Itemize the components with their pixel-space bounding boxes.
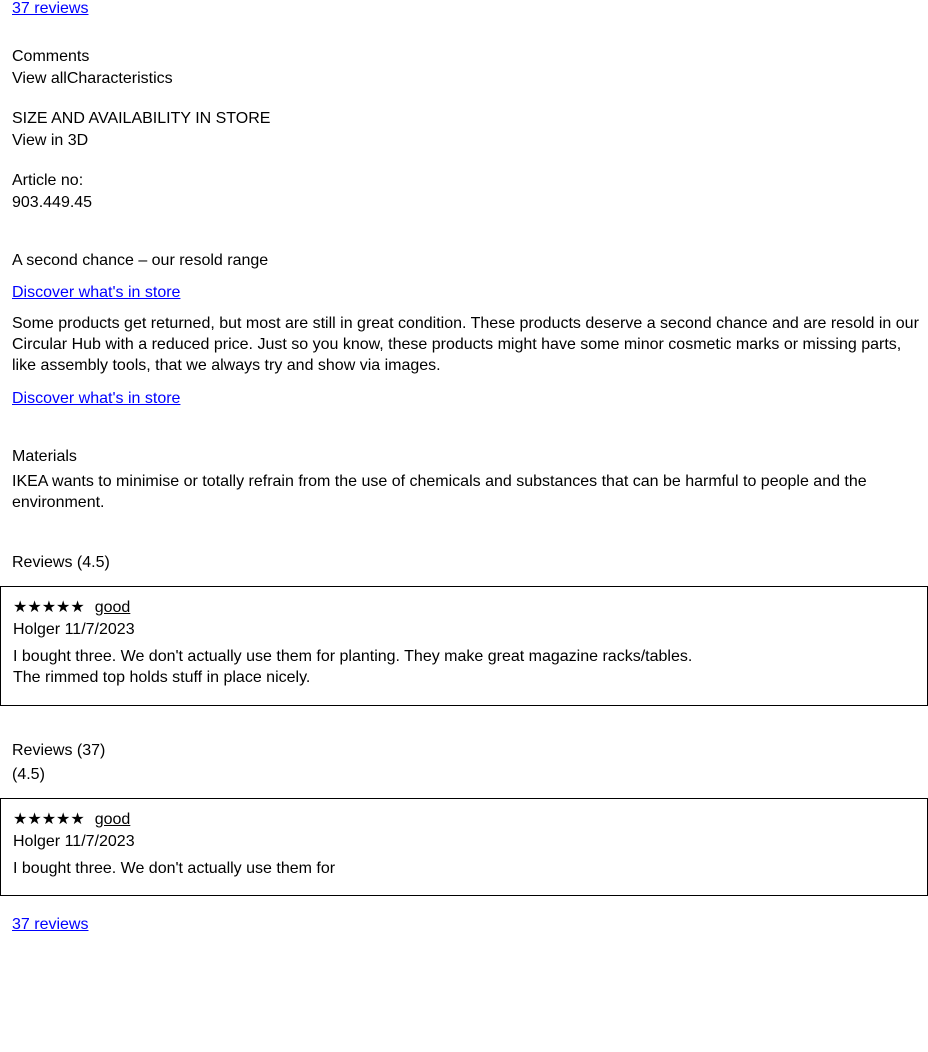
second-chance-body: Some products get returned, but most are… xyxy=(0,314,928,376)
review-card-1: ★★★★★ good Holger 11/7/2023 I bought thr… xyxy=(0,586,928,706)
materials-blurb: IKEA wants to minimise or totally refrai… xyxy=(0,472,928,514)
review-card-2: ★★★★★ good Holger 11/7/2023 I bought thr… xyxy=(0,798,928,897)
discover-in-store-link[interactable]: Discover what's in store xyxy=(12,284,180,301)
review-1-line1: I bought three. We don't actually use th… xyxy=(13,647,915,668)
review-2-date: 11/7/2023 xyxy=(65,833,135,850)
review-1-line2: The rimmed top holds stuff in place nice… xyxy=(13,668,915,689)
reviews-link-top[interactable]: 37 reviews xyxy=(12,0,88,17)
view-in-3d[interactable]: View in 3D xyxy=(12,132,928,150)
review-2-stars: ★★★★★ xyxy=(13,809,85,829)
review-2-author: Holger xyxy=(13,833,60,850)
review-2-line: I bought three. We don't actually use th… xyxy=(13,859,915,880)
reviews-count: (37) xyxy=(77,742,105,759)
review-2-summary: good xyxy=(95,811,131,829)
view-characteristics[interactable]: View allCharacteristics xyxy=(12,70,928,88)
discover-in-store-link-2[interactable]: Discover what's in store xyxy=(12,390,180,407)
second-chance-title: A second chance – our resold range xyxy=(12,252,928,270)
review-1-stars: ★★★★★ xyxy=(13,597,85,617)
more-reviews-link[interactable]: 37 reviews xyxy=(12,916,88,933)
size-availability-heading[interactable]: SIZE AND AVAILABILITY IN STORE xyxy=(12,110,928,128)
reviews-heading-2: Reviews xyxy=(12,742,72,759)
review-1-summary: good xyxy=(95,599,131,617)
comments-heading: Comments xyxy=(12,48,928,66)
article-no-label: Article no: xyxy=(12,172,83,189)
rating-2: (4.5) xyxy=(12,766,45,783)
rating-1: (4.5) xyxy=(77,554,110,571)
review-1-author: Holger xyxy=(13,621,60,638)
article-no-value: 903.449.45 xyxy=(12,194,928,212)
reviews-heading-1: Reviews xyxy=(12,554,72,571)
review-1-date: 11/7/2023 xyxy=(65,621,135,638)
materials-heading: Materials xyxy=(12,448,928,466)
